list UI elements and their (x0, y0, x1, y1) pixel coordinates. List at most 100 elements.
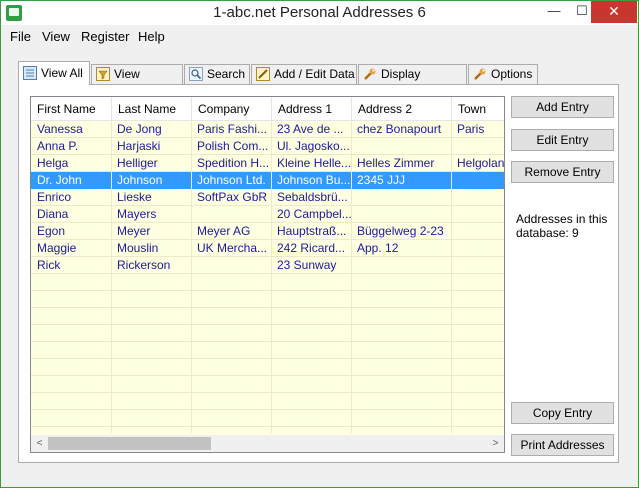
row-divider (31, 375, 504, 376)
table-cell: 23 Ave de ... (277, 122, 344, 136)
scroll-thumb[interactable] (48, 437, 211, 450)
address-count-label: Addresses in this database: 9 (516, 212, 608, 240)
column-header-last-name[interactable]: Last Name (112, 97, 192, 121)
wrench-icon (474, 68, 486, 80)
edit-icon (256, 67, 270, 81)
table-cell (351, 206, 451, 223)
list-header: First Name Last Name Company Address 1 A… (31, 97, 504, 121)
table-row[interactable]: Rick Rickerson 23 Sunway (31, 257, 504, 274)
table-cell: Büggelweg 2-23 (357, 224, 444, 238)
title-bar: 1-abc.net Personal Addresses 6 — ☐ ✕ (1, 1, 638, 25)
table-cell: 2345 JJJ (357, 173, 406, 187)
table-row[interactable]: Anna P. Harjaski Polish Com... Ul. Jagosko.… (31, 138, 504, 155)
table-cell (451, 172, 504, 189)
list-icon (23, 66, 37, 80)
table-cell: SoftPax GbR (197, 190, 268, 204)
table-row[interactable]: Dr. John Johnson Johnson Ltd. Johnson Bu...… (31, 172, 504, 189)
edit-entry-button[interactable]: Edit Entry (511, 129, 614, 151)
app-window: 1-abc.net Personal Addresses 6 — ☐ ✕ Fil… (0, 0, 639, 488)
scroll-right-icon[interactable]: > (487, 435, 504, 452)
tab-add-edit-data[interactable]: Add / Edit Data (251, 64, 357, 84)
table-cell (191, 206, 271, 223)
menu-view[interactable]: View (42, 29, 70, 44)
tab-strip: View All View Filtered Search Add / Edit… (18, 61, 618, 99)
table-cell (451, 257, 504, 274)
column-divider (351, 121, 352, 433)
table-cell: 242 Ricard... (277, 241, 346, 255)
table-cell: Ul. Jagosko... (277, 139, 350, 153)
row-divider (31, 307, 504, 308)
remove-entry-button[interactable]: Remove Entry (511, 161, 614, 183)
row-divider (31, 409, 504, 410)
address-list[interactable]: First Name Last Name Company Address 1 A… (30, 96, 505, 453)
table-cell: Paris Fashi... (197, 122, 268, 136)
table-row[interactable]: Maggie Mouslin UK Mercha... 242 Ricard... Ap… (31, 240, 504, 257)
scroll-left-icon[interactable]: < (31, 435, 48, 452)
add-entry-button[interactable]: Add Entry (511, 96, 614, 118)
column-header-address-1[interactable]: Address 1 (272, 97, 352, 121)
copy-entry-button[interactable]: Copy Entry (511, 402, 614, 424)
table-cell: Helgoland (457, 156, 504, 170)
table-cell: Meyer (117, 224, 151, 238)
column-header-town[interactable]: Town (452, 97, 504, 121)
table-cell: Anna P. (37, 139, 79, 153)
table-row[interactable]: Vanessa De Jong Paris Fashi... 23 Ave de ..… (31, 121, 504, 138)
row-divider (31, 358, 504, 359)
row-divider (31, 426, 504, 427)
menu-help[interactable]: Help (138, 29, 165, 44)
table-cell: Mayers (117, 207, 157, 221)
table-cell: Sebaldsbrü... (277, 190, 348, 204)
tab-search[interactable]: Search (184, 64, 250, 84)
table-cell: De Jong (117, 122, 162, 136)
table-cell (451, 240, 504, 257)
table-cell: Maggie (37, 241, 77, 255)
close-button[interactable]: ✕ (591, 1, 637, 23)
table-row[interactable]: Egon Meyer Meyer AG Hauptstraß... Büggelweg … (31, 223, 504, 240)
table-cell: Spedition H... (197, 156, 270, 170)
table-row[interactable]: Diana Mayers 20 Campbel... (31, 206, 504, 223)
table-cell (191, 257, 271, 274)
tab-view-all-label: View All (41, 66, 83, 80)
tab-options-label: Options (491, 67, 533, 81)
table-cell (451, 138, 504, 155)
table-row[interactable]: Enrico Lieske SoftPax GbR Sebaldsbrü... (31, 189, 504, 206)
column-header-address-2[interactable]: Address 2 (352, 97, 452, 121)
print-addresses-button[interactable]: Print Addresses (511, 434, 614, 456)
table-cell: Lieske (117, 190, 152, 204)
tab-view-filtered[interactable]: View Filtered (91, 64, 183, 99)
table-cell: Harjaski (117, 139, 161, 153)
tab-display-settings[interactable]: Display Settings (358, 64, 467, 99)
row-divider (31, 392, 504, 393)
search-icon (189, 67, 203, 81)
table-cell (351, 189, 451, 206)
table-cell: Rick (37, 258, 61, 272)
table-cell: chez Bonapourt (357, 122, 442, 136)
table-row[interactable]: Helga Helliger Spedition H... Kleine Helle.… (31, 155, 504, 172)
tab-search-label: Search (207, 67, 246, 81)
filter-icon (96, 67, 110, 81)
table-cell (451, 206, 504, 223)
column-header-first-name[interactable]: First Name (31, 97, 112, 121)
table-cell: Hauptstraß... (277, 224, 347, 238)
column-header-company[interactable]: Company (192, 97, 272, 121)
table-cell: Egon (37, 224, 66, 238)
table-cell (451, 223, 504, 240)
horizontal-scrollbar[interactable]: < > (31, 435, 504, 452)
table-cell: Dr. John (37, 173, 82, 187)
table-cell: Johnson Bu... (277, 173, 351, 187)
tab-view-all[interactable]: View All (18, 61, 90, 85)
tab-add-edit-data-label: Add / Edit Data (274, 67, 355, 81)
table-cell: Helles Zimmer (357, 156, 435, 170)
minimize-button[interactable]: — (539, 1, 569, 23)
table-cell: Enrico (37, 190, 72, 204)
wrench-icon (364, 68, 376, 80)
table-cell: Meyer AG (197, 224, 251, 238)
menu-register[interactable]: Register (81, 29, 129, 44)
menu-file[interactable]: File (10, 29, 31, 44)
table-cell: Rickerson (117, 258, 171, 272)
table-cell: Mouslin (117, 241, 159, 255)
table-cell (351, 257, 451, 274)
table-cell: Paris (457, 122, 485, 136)
tab-options[interactable]: Options (468, 64, 538, 84)
table-cell: Polish Com... (197, 139, 269, 153)
